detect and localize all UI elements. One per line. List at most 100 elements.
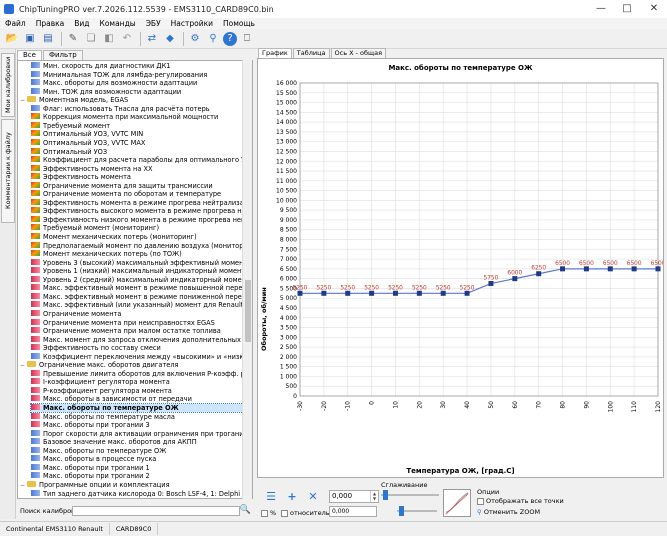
plus-icon[interactable]: + [284, 488, 300, 504]
data-point[interactable] [297, 290, 303, 296]
tree-item[interactable]: Уровень 1 (низкий) максимальный индикато… [31, 267, 245, 275]
tree-folder[interactable]: − Моментная модель, EGAS [20, 96, 234, 104]
tab-all[interactable]: Все [17, 50, 42, 60]
tree-item[interactable]: Макс. обороты в зависимости от передачи [31, 395, 245, 403]
tree-item[interactable]: Макс. обороты для возможности адаптации [31, 79, 245, 87]
tree-item[interactable]: Мин. скорость для диагностики ДК1 [31, 62, 245, 70]
monitor-icon[interactable]: ⎕ [239, 31, 255, 47]
data-point[interactable] [560, 266, 566, 272]
data-point[interactable] [440, 290, 446, 296]
tree-item[interactable]: Макс. обороты по температуре масла [31, 412, 245, 421]
tree-item[interactable]: Ограничение момента по оборотам и темпер… [31, 190, 245, 198]
data-point[interactable] [655, 266, 661, 272]
data-point[interactable] [607, 266, 613, 272]
smoothing-slider-2[interactable] [397, 506, 437, 516]
tree-item[interactable]: Требуемый момент (мониторинг) [31, 224, 245, 232]
tab-file-comments[interactable]: Комментарии к файлу [1, 119, 15, 223]
tree-item[interactable]: Ограничение момента при неисправностях E… [31, 318, 245, 327]
smoothing-knob-2[interactable] [399, 506, 404, 516]
scrollbar-thumb[interactable] [245, 280, 251, 342]
tree-item[interactable]: Оптимальный УОЗ [31, 147, 245, 156]
search-tool-icon[interactable]: ⚲ [205, 31, 221, 47]
tree-item[interactable]: Эффективность момента на XX [31, 164, 245, 173]
tree-expander[interactable]: − [20, 482, 27, 489]
tree-expander[interactable]: − [20, 362, 27, 369]
tree-item[interactable]: Эффективность высокого момента в режиме … [31, 207, 245, 215]
menu-settings[interactable]: Настройки [166, 18, 218, 29]
data-point[interactable] [345, 290, 351, 296]
tab-graph[interactable]: График [258, 48, 292, 58]
data-point[interactable] [631, 266, 637, 272]
calibration-tree[interactable]: Мин. скорость для диагностики ДК1 Минимал… [17, 60, 253, 499]
tree-item[interactable]: Момент механических потерь (по ТОЖ) [31, 250, 245, 258]
tree-item[interactable]: Эффективность низкого момента в режиме п… [31, 215, 245, 224]
menu-ecu[interactable]: ЭБУ [141, 18, 166, 29]
menu-edit[interactable]: Правка [31, 18, 70, 29]
tree-item[interactable]: Минимальная ТОЖ для лямбда-регулирования [31, 70, 245, 79]
smoothing-knob[interactable] [383, 490, 388, 500]
tree-item[interactable]: Эффективность момента [31, 173, 245, 181]
tree-item[interactable]: Макс. момент для запроса отключения допо… [31, 335, 245, 344]
tree-item[interactable]: Мин. ТОЖ для возможности адаптации [31, 87, 245, 96]
data-point[interactable] [536, 271, 542, 277]
minimize-icon[interactable]: — [588, 0, 614, 18]
tree-item[interactable]: Р-коэффициент регулятора момента [31, 386, 245, 395]
tree-item[interactable]: Предполагаемый момент по давлению воздух… [31, 241, 245, 250]
tree-item[interactable]: Макс. эффективный момент в режиме пониже… [31, 292, 245, 301]
tree-item[interactable]: Коэффициент переключения между «высокими… [31, 352, 245, 361]
equals-icon[interactable]: ☰ [263, 488, 279, 504]
tree-expander[interactable]: − [20, 97, 27, 104]
tree-item[interactable]: I-коэффициент регулятора момента [31, 378, 245, 386]
tree-item[interactable]: Превышение лимита оборотов для включения… [31, 369, 245, 378]
save-icon[interactable]: ▣ [22, 31, 38, 47]
menu-view[interactable]: Вид [69, 18, 94, 29]
search-icon[interactable]: 🔍 [240, 505, 251, 515]
tab-table[interactable]: Таблица [292, 48, 330, 58]
percent-checkbox[interactable]: % [261, 509, 276, 517]
cancel-zoom-button[interactable]: ⚲ Отменить ZOOM [477, 508, 540, 516]
tree-item[interactable]: Макс. обороты по температуре ОЖ [31, 446, 245, 455]
relative-value-input[interactable]: 0,000 [329, 506, 377, 517]
tree-item[interactable]: Макс. эффективный момент в режиме повыше… [31, 284, 245, 292]
data-point[interactable] [392, 290, 398, 296]
tree-item[interactable]: Оптимальный УОЗ, VVTC MAX [31, 138, 245, 147]
show-all-points-checkbox[interactable]: Отображать все точки [477, 497, 564, 505]
tree-item[interactable]: Уровень 3 (высокий) максимальный эффекти… [31, 258, 245, 267]
data-point[interactable] [583, 266, 589, 272]
tree-folder[interactable]: − Ограничение макс. оборотов двигателя [20, 361, 234, 369]
close-icon[interactable]: ✕ [641, 0, 667, 18]
maximize-icon[interactable]: □ [614, 0, 640, 18]
tree-item[interactable]: Макс. обороты при трогании 3 [31, 421, 245, 429]
data-point[interactable] [416, 290, 422, 296]
edit-icon[interactable]: ✎ [65, 31, 81, 47]
tree-item[interactable]: Макс. обороты при трогании 1 [31, 463, 245, 472]
tree-item[interactable]: Оптимальный УОЗ, VVTC MIN [31, 130, 245, 138]
data-point[interactable] [488, 281, 494, 287]
tree-item[interactable]: Ограничение момента [31, 309, 245, 318]
tree-item[interactable]: Требуемый момент [31, 121, 245, 130]
tree-item[interactable]: Флаг: использовать Тнасла для расчёта по… [31, 104, 245, 113]
tree-item[interactable]: Уровень 2 (средний) максимальный индикат… [31, 275, 245, 284]
diamond-icon[interactable]: ◆ [162, 31, 178, 47]
tree-item[interactable]: Тип заднего датчика кислорода 0: Bosch L… [31, 489, 245, 498]
data-point[interactable] [369, 290, 375, 296]
menu-commands[interactable]: Команды [95, 18, 141, 29]
tree-item[interactable]: Порог скорости для активации ограничения… [31, 429, 245, 438]
tree-item[interactable]: Ограничение момента для защиты трансмисс… [31, 181, 245, 190]
tree-item[interactable]: Эффективность по составу смеси [31, 344, 245, 352]
tree-item[interactable]: Макс. обороты по температуре ОЖ [30, 403, 246, 413]
data-point[interactable] [464, 290, 470, 296]
tree-item[interactable]: Макс. обороты в процессе пуска [31, 455, 245, 463]
open-folder-icon[interactable]: 📂 [4, 31, 20, 47]
tab-filter[interactable]: Фильтр [42, 50, 83, 60]
paste-icon[interactable]: ◧ [101, 31, 117, 47]
multiply-icon[interactable]: ✕ [305, 488, 321, 504]
help-icon[interactable]: ? [223, 31, 237, 46]
spin-arrows-icon[interactable]: ▲ ▼ [370, 491, 378, 502]
tree-item[interactable]: Эффективность момента в режиме прогрева … [31, 198, 245, 207]
data-point[interactable] [321, 290, 327, 296]
smoothing-slider[interactable] [381, 490, 439, 500]
menu-help[interactable]: Помощь [218, 18, 260, 29]
compare-icon[interactable]: ⇄ [144, 31, 160, 47]
copy-icon[interactable]: ❏ [83, 31, 99, 47]
